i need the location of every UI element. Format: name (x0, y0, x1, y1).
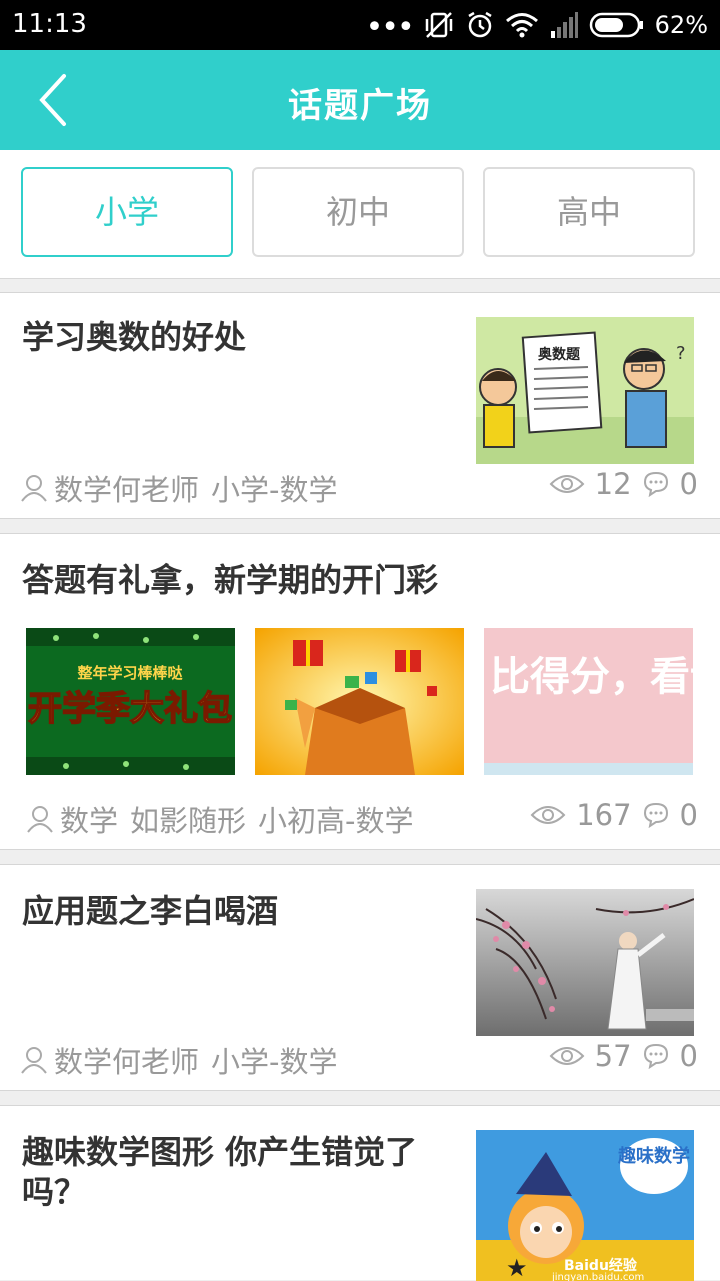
comment-icon (643, 802, 668, 828)
comment-icon (643, 1043, 668, 1069)
post-card[interactable]: 学习奥数的好处 奥数题 ? 数学何老师 小学-数学 12 0 (0, 292, 720, 519)
comment-icon (643, 471, 668, 497)
thumbnail-text: 趣味数学 (617, 1145, 690, 1167)
post-title: 学习奥数的好处 (22, 318, 247, 356)
user-icon (21, 1047, 47, 1074)
status-bar: 11:13 ••• 62% (0, 0, 720, 50)
more-notifications-icon: ••• (365, 10, 415, 45)
post-thumbnail: 整年学习棒棒哒 开学季大礼包 (26, 628, 235, 775)
vibrate-off-icon (423, 10, 455, 40)
page-title: 话题广场 (288, 86, 432, 126)
svg-text:?: ? (676, 343, 686, 364)
post-card[interactable]: 答题有礼拿，新学期的开门彩 整年学习棒棒哒 开学季大礼包 比得分，看 数学 如影… (0, 533, 720, 850)
post-category: 小初高-数学 (258, 804, 414, 838)
comment-count: 0 (679, 798, 698, 832)
wifi-icon (505, 11, 539, 39)
svg-text:★: ★ (506, 1254, 528, 1281)
thumbnail-subtitle: 整年学习棒棒哒 (77, 664, 183, 682)
post-author-alias: 如影随形 (130, 804, 247, 838)
post-stats: 12 0 (549, 467, 698, 501)
grade-tabs: 小学 初中 高中 (0, 150, 720, 279)
post-thumbnail (255, 628, 464, 775)
post-thumbnail (476, 889, 694, 1036)
battery-icon (589, 12, 645, 38)
tab-primary[interactable]: 小学 (21, 167, 233, 257)
user-icon (21, 475, 47, 502)
post-meta: 数学何老师 小学-数学 (20, 1039, 337, 1081)
view-count: 12 (594, 467, 632, 501)
view-count: 167 (576, 798, 632, 832)
post-author: 数学何老师 (54, 473, 200, 507)
post-title: 趣味数学图形 你产生错觉了吗？ (22, 1133, 418, 1211)
post-meta: 数学 如影随形 小初高-数学 (26, 798, 414, 840)
user-icon (27, 806, 53, 833)
app-header: 话题广场 (0, 50, 720, 150)
eye-icon (530, 806, 566, 824)
post-category: 小学-数学 (211, 473, 338, 507)
post-title: 答题有礼拿，新学期的开门彩 (22, 561, 439, 599)
post-card[interactable]: 趣味数学图形 你产生错觉了吗？ 趣味数学 ★ Baidu经验 jingyan.b… (0, 1105, 720, 1281)
post-stats: 167 0 (530, 798, 698, 832)
thumbnail-title: 开学季大礼包 (28, 689, 232, 729)
view-count: 57 (594, 1039, 632, 1073)
status-time: 11:13 (12, 9, 87, 39)
tab-junior-high[interactable]: 初中 (252, 167, 464, 257)
post-thumbnail: 奥数题 ? (476, 317, 694, 464)
eye-icon (549, 1047, 585, 1065)
comment-count: 0 (679, 467, 698, 501)
post-author: 数学 (60, 804, 119, 838)
tab-senior-high[interactable]: 高中 (483, 167, 695, 257)
signal-icon (549, 11, 579, 39)
status-icons: ••• 62% (366, 6, 708, 44)
alarm-icon (465, 10, 495, 40)
thumbnail-text: 奥数题 (538, 346, 581, 363)
post-card[interactable]: 应用题之李白喝酒 数学何老师 小学-数学 57 0 (0, 864, 720, 1091)
thumbnail-text: 比得分，看谁更牛 (490, 654, 693, 700)
post-category: 小学-数学 (211, 1045, 338, 1079)
post-thumbnail: 比得分，看谁更牛 (484, 628, 693, 775)
post-meta: 数学何老师 小学-数学 (20, 467, 337, 509)
battery-percent: 62% (654, 11, 708, 39)
post-title: 应用题之李白喝酒 (22, 892, 279, 930)
comment-count: 0 (679, 1039, 698, 1073)
post-author: 数学何老师 (54, 1045, 200, 1079)
post-stats: 57 0 (549, 1039, 698, 1073)
post-thumbnail: 趣味数学 ★ Baidu经验 jingyan.baidu.com (476, 1130, 694, 1281)
eye-icon (549, 475, 585, 493)
